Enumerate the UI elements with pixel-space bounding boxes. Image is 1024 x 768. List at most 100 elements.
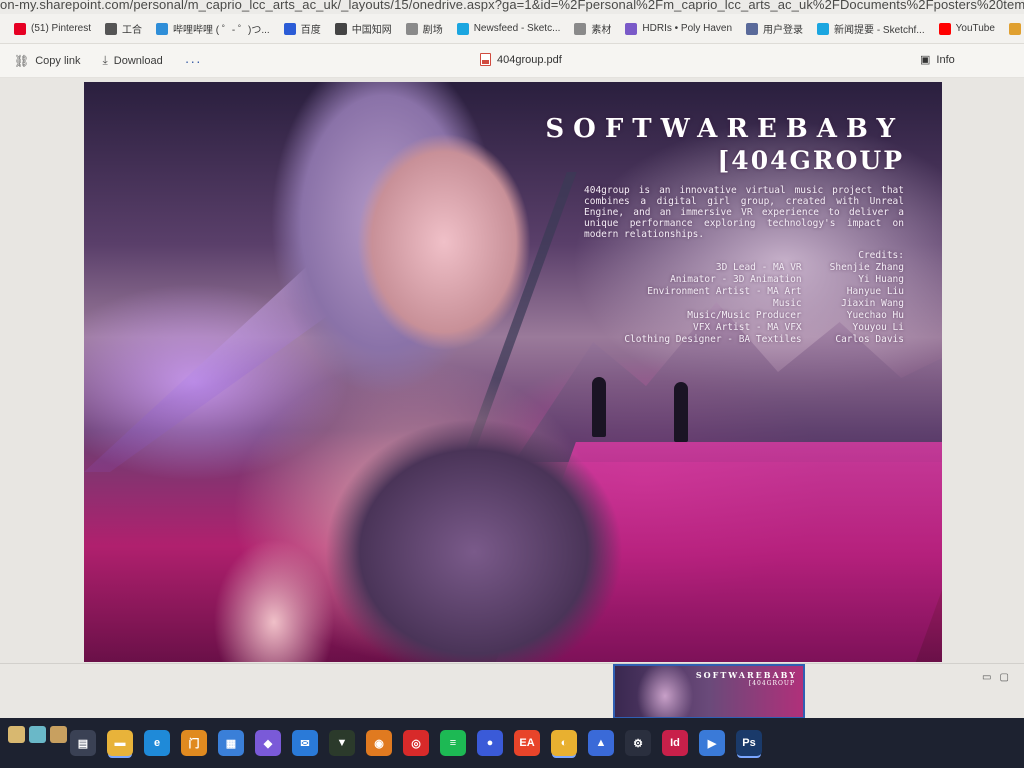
credit-role: Animator - 3D Animation xyxy=(670,274,802,285)
credit-name: Shenjie Zhang xyxy=(829,262,904,273)
poster-page: SOFTWAREBABY [404GROUP 404group is an in… xyxy=(84,82,942,662)
bookmark-item[interactable]: 新闻提要 - Sketchf... xyxy=(817,21,925,36)
bookmark-item[interactable]: 剧场 xyxy=(405,21,443,36)
taskbar-left-widgets xyxy=(8,726,67,743)
thumbnail-title: SOFTWAREBABY xyxy=(695,670,797,680)
bookmark-item[interactable]: 工合 xyxy=(105,21,142,36)
download-button[interactable]: ⤓ Download xyxy=(94,49,170,72)
bookmark-item[interactable]: 百度 xyxy=(283,21,321,36)
cnki-icon xyxy=(334,22,347,35)
gonghe-icon xyxy=(105,22,118,35)
task-view-icon[interactable]: ▤ xyxy=(70,730,96,756)
credit-name: Yi Huang xyxy=(858,274,904,285)
more-options-button[interactable]: ··· xyxy=(185,53,202,69)
credit-name: Carlos Davis xyxy=(835,334,904,345)
bookmark-label: Newsfeed - Sketc... xyxy=(473,23,561,34)
ea-icon[interactable]: EA xyxy=(514,730,540,756)
photoshop-icon[interactable]: Ps xyxy=(736,730,762,756)
file-name-label: 404group.pdf xyxy=(497,53,562,66)
bookmark-item[interactable]: (51) Pinterest xyxy=(14,22,91,35)
page-thumbnail[interactable]: SOFTWAREBABY [404GROUP xyxy=(613,664,805,719)
bookmark-label: HDRIs • Poly Haven xyxy=(642,23,733,34)
bookmark-label: 工合 xyxy=(122,25,143,36)
sketchfab-icon xyxy=(456,22,469,35)
credits-roles: 3D Lead - MA VR Animator - 3D Animation En… xyxy=(624,250,801,346)
bilibili-icon xyxy=(156,22,169,35)
credit-name: Hanyue Liu xyxy=(846,286,904,297)
mail-icon[interactable]: ✉ xyxy=(292,730,318,756)
sketchfab-icon xyxy=(817,22,830,35)
design-icon xyxy=(1008,22,1021,35)
wechat-icon[interactable]: ● xyxy=(477,730,503,756)
chrome-icon[interactable]: ◐ xyxy=(551,730,577,756)
pinterest-icon xyxy=(14,22,26,35)
viewer-toolbar: ⛓ Copy link ⤓ Download ··· 404group.pdf … xyxy=(0,44,1024,78)
bookmarks-bar: (51) Pinterest 工合 哔哩哔哩 ( ゜- ゜)つ... 百度 中国知网 剧场… xyxy=(0,14,1024,44)
widget-icon[interactable] xyxy=(29,726,46,743)
credits-header: Credits: xyxy=(858,250,904,261)
credit-role: Music/Music Producer xyxy=(687,310,802,321)
login-icon xyxy=(746,22,759,35)
settings-icon[interactable]: ⚙ xyxy=(625,730,651,756)
credit-name: Jiaxin Wang xyxy=(841,298,904,309)
document-viewer[interactable]: SOFTWAREBABY [404GROUP 404group is an in… xyxy=(0,78,1024,663)
premiere-icon[interactable]: ▶ xyxy=(699,730,725,756)
store-icon[interactable]: ▦ xyxy=(218,730,244,756)
poster-subtitle: [404GROUP xyxy=(717,146,904,175)
photos-icon[interactable]: ▲ xyxy=(588,730,614,756)
bookmark-label: 剧场 xyxy=(422,25,443,36)
poster-performer-figure xyxy=(674,382,688,442)
restore-icon[interactable]: ▭ xyxy=(982,672,991,683)
poster-text-block: SOFTWAREBABY [404GROUP 404group is an in… xyxy=(484,114,904,346)
bookmark-item[interactable]: YouTube xyxy=(938,22,995,35)
widget-icon[interactable] xyxy=(8,726,25,743)
credit-role: Environment Artist - MA Art xyxy=(647,286,802,297)
expand-icon[interactable]: ▢ xyxy=(999,672,1008,683)
bookmark-label: 百度 xyxy=(300,25,321,36)
app-orange-icon[interactable]: 门 xyxy=(181,730,207,756)
indesign-icon[interactable]: Id xyxy=(662,730,688,756)
bookmark-item[interactable]: 用户登录 xyxy=(746,21,803,36)
poster-title: SOFTWAREBABY xyxy=(545,114,904,144)
widget-icon[interactable] xyxy=(50,726,67,743)
credit-role: Music xyxy=(773,298,802,309)
window-controls: ▭ ▢ xyxy=(982,672,1009,683)
credit-role: VFX Artist - MA VFX xyxy=(692,322,802,333)
bookmark-item[interactable]: 哔哩哔哩 ( ゜- ゜)つ... xyxy=(156,21,270,36)
credit-role: Clothing Designer - BA Textiles xyxy=(624,334,802,345)
copilot-icon[interactable]: ◆ xyxy=(255,730,281,756)
copy-link-label: Copy link xyxy=(35,54,81,67)
folder-icon xyxy=(405,22,418,35)
thumbnail-subtitle: [404GROUP xyxy=(748,680,795,687)
youtube-icon xyxy=(938,22,951,35)
vpn-icon[interactable]: ▼ xyxy=(329,730,355,756)
bookmark-label: 素材 xyxy=(591,25,612,36)
credit-name: Youyou Li xyxy=(852,322,904,333)
bookmark-item[interactable]: 中国知网 xyxy=(334,21,392,36)
info-button[interactable]: ▣ Info xyxy=(920,53,955,67)
info-label: Info xyxy=(936,53,955,66)
edge-icon[interactable]: e xyxy=(144,730,170,756)
link-icon: ⛓ xyxy=(14,53,30,68)
pdf-file-icon xyxy=(480,53,491,66)
address-bar[interactable]: on-my.sharepoint.com/personal/m_caprio_l… xyxy=(0,0,1024,14)
bookmark-label: 哔哩哔哩 ( ゜- ゜)つ... xyxy=(173,25,270,36)
page-thumbnail-strip: SOFTWAREBABY [404GROUP ▭ ▢ xyxy=(0,663,1024,719)
bookmark-item[interactable]: 发现与提升设计的... xyxy=(1008,21,1024,36)
bookmark-item[interactable]: 素材 xyxy=(574,21,611,36)
bookmark-label: 新闻提要 - Sketchf... xyxy=(834,25,925,36)
poster-credits: 3D Lead - MA VR Animator - 3D Animation En… xyxy=(484,250,904,346)
taskbar: ▤ ▬ e 门 ▦ ◆ ✉ ▼ ◉ ◎ ≡ ● EA ◐ ▲ ⚙ Id ▶ Ps xyxy=(0,718,1024,768)
blender-icon[interactable]: ◉ xyxy=(366,730,392,756)
credit-role: 3D Lead - MA VR xyxy=(715,262,802,273)
netease-music-icon[interactable]: ◎ xyxy=(403,730,429,756)
copy-link-button[interactable]: ⛓ Copy link xyxy=(6,50,88,72)
url-text[interactable]: on-my.sharepoint.com/personal/m_caprio_l… xyxy=(0,0,1024,12)
file-explorer-icon[interactable]: ▬ xyxy=(107,730,133,756)
download-label: Download xyxy=(113,54,163,67)
credits-names: Credits: Shenjie Zhang Yi Huang Hanyue Liu… xyxy=(830,250,904,346)
baidu-icon xyxy=(283,22,296,35)
bookmark-item[interactable]: Newsfeed - Sketc... xyxy=(456,22,561,35)
bookmark-item[interactable]: HDRIs • Poly Haven xyxy=(625,22,733,35)
spotify-icon[interactable]: ≡ xyxy=(440,730,466,756)
